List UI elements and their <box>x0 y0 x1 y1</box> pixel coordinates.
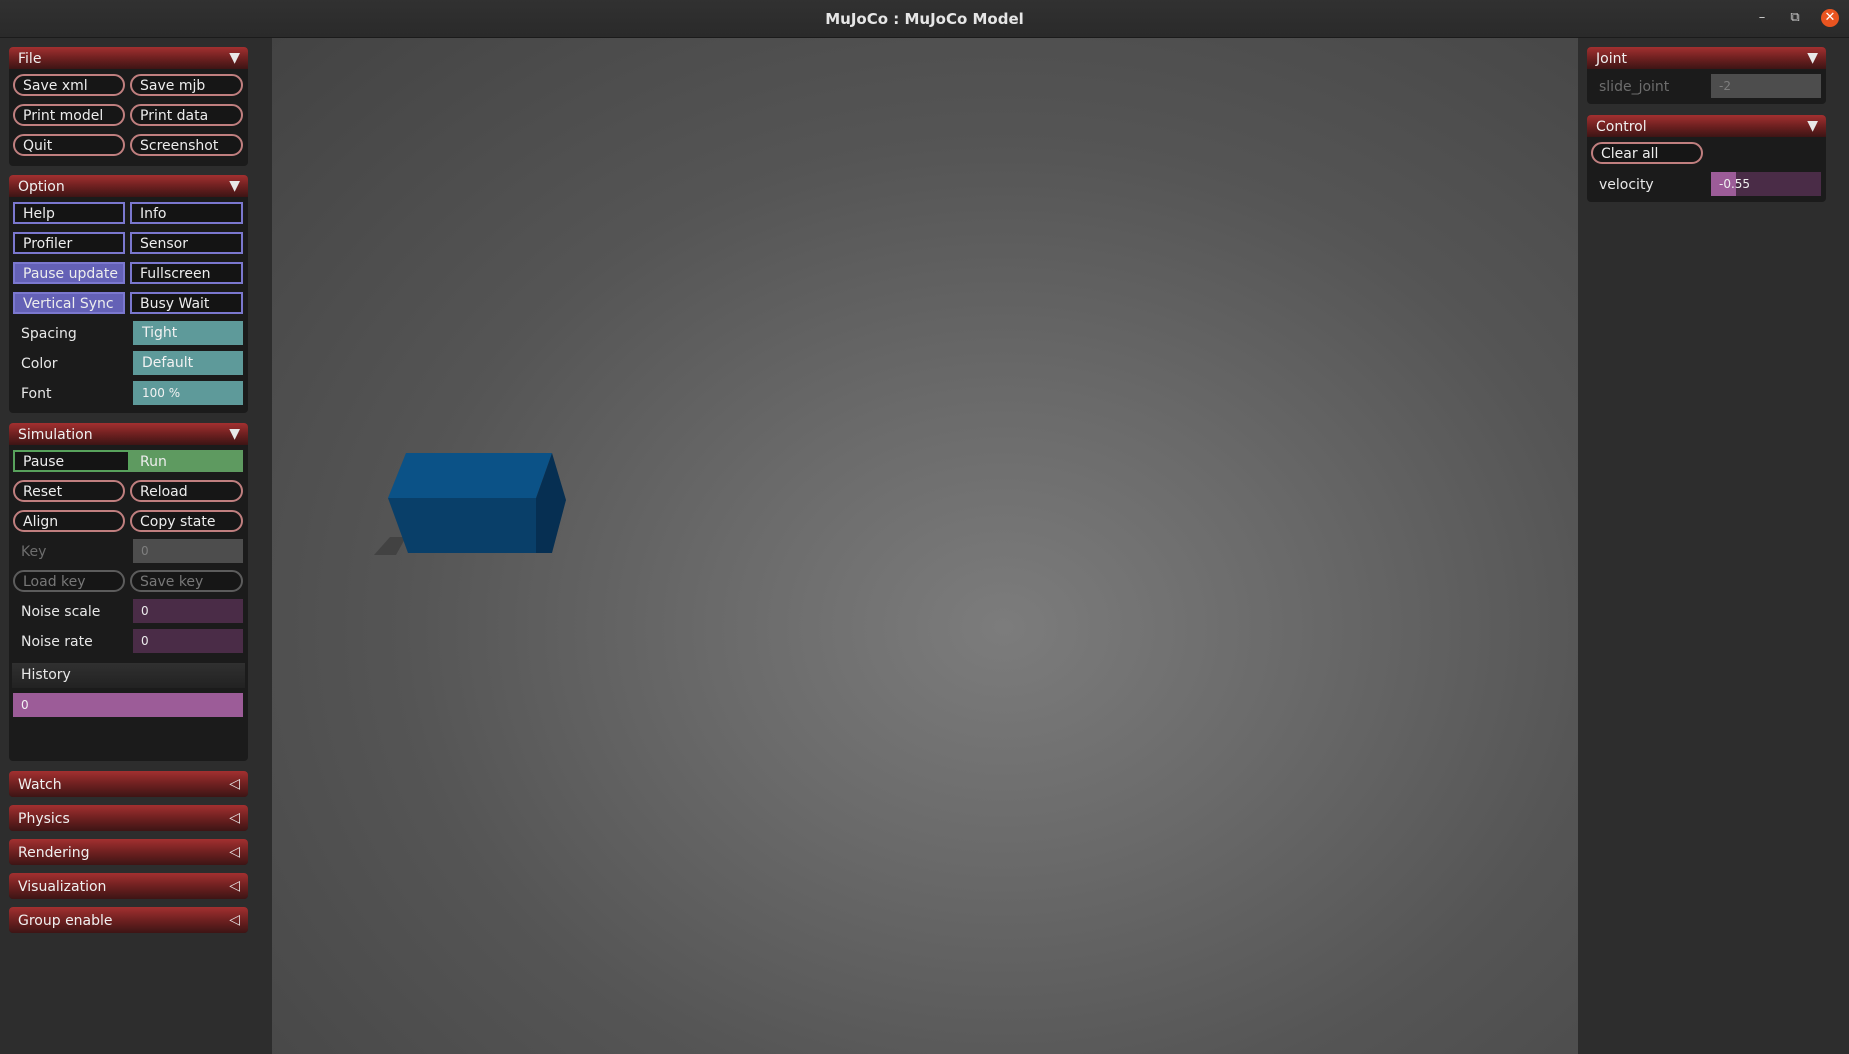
vertical-sync-checkbox[interactable]: Vertical Sync <box>13 292 125 314</box>
color-label: Color <box>21 356 58 372</box>
physics-section-header[interactable]: Physics ◁ <box>9 805 248 831</box>
velocity-value: -0.55 <box>1719 177 1751 191</box>
right-ui-panel: Joint ▼ slide_joint -2 Control ▼ Clear a… <box>1578 38 1849 1054</box>
clear-all-button[interactable]: Clear all <box>1591 142 1703 164</box>
font-label: Font <box>21 386 52 402</box>
spacing-select[interactable]: Tight <box>133 321 243 345</box>
control-section-header[interactable]: Control ▼ <box>1587 115 1826 137</box>
reload-button[interactable]: Reload <box>130 480 243 502</box>
joint-section: Joint ▼ slide_joint -2 <box>1587 47 1826 104</box>
expand-arrow-icon: ◁ <box>229 844 240 860</box>
align-button[interactable]: Align <box>13 510 125 532</box>
group-enable-section-title: Group enable <box>18 913 113 929</box>
noise-rate-slider[interactable]: 0 <box>133 629 243 653</box>
history-separator: History <box>12 663 245 688</box>
info-checkbox[interactable]: Info <box>130 202 243 224</box>
3d-viewport[interactable] <box>272 38 1578 1054</box>
group-enable-section[interactable]: Group enable ◁ <box>9 907 248 933</box>
simulation-section-header[interactable]: Simulation ▼ <box>9 423 248 445</box>
file-section-title: File <box>18 51 42 67</box>
save-xml-button[interactable]: Save xml <box>13 74 125 96</box>
noise-scale-slider[interactable]: 0 <box>133 599 243 623</box>
visualization-section-header[interactable]: Visualization ◁ <box>9 873 248 899</box>
file-section: File ▼ Save xml Save mjb Print model Pri… <box>9 47 248 166</box>
sensor-checkbox[interactable]: Sensor <box>130 232 243 254</box>
title-bar: MuJoCo : MuJoCo Model – ⧉ ✕ <box>0 0 1849 38</box>
color-select[interactable]: Default <box>133 351 243 375</box>
pause-update-checkbox[interactable]: Pause update <box>13 262 125 284</box>
rendering-section[interactable]: Rendering ◁ <box>9 839 248 865</box>
option-section-title: Option <box>18 179 65 195</box>
help-checkbox[interactable]: Help <box>13 202 125 224</box>
slide-joint-slider: -2 <box>1711 74 1821 98</box>
simulation-section: Simulation ▼ Pause Run Reset Reload Alig… <box>9 423 248 761</box>
collapse-arrow-icon: ▼ <box>229 50 240 66</box>
group-enable-section-header[interactable]: Group enable ◁ <box>9 907 248 933</box>
collapse-arrow-icon: ▼ <box>229 178 240 194</box>
physics-section[interactable]: Physics ◁ <box>9 805 248 831</box>
quit-button[interactable]: Quit <box>13 134 125 156</box>
copy-state-button[interactable]: Copy state <box>130 510 243 532</box>
noise-rate-label: Noise rate <box>21 634 93 650</box>
reset-button[interactable]: Reset <box>13 480 125 502</box>
run-radio[interactable]: Run <box>130 450 243 472</box>
print-data-button[interactable]: Print data <box>130 104 243 126</box>
screenshot-button[interactable]: Screenshot <box>130 134 243 156</box>
collapse-arrow-icon: ▼ <box>1807 118 1818 134</box>
physics-section-title: Physics <box>18 811 70 827</box>
watch-section[interactable]: Watch ◁ <box>9 771 248 797</box>
load-key-button: Load key <box>13 570 125 592</box>
watch-section-header[interactable]: Watch ◁ <box>9 771 248 797</box>
close-icon[interactable]: ✕ <box>1821 9 1839 27</box>
pause-radio[interactable]: Pause <box>13 450 130 472</box>
rendering-section-title: Rendering <box>18 845 90 861</box>
velocity-label: velocity <box>1599 177 1654 193</box>
option-section: Option ▼ Help Info Profiler Sensor Pause… <box>9 175 248 413</box>
visualization-section-title: Visualization <box>18 879 107 895</box>
history-slider[interactable]: 0 <box>13 693 243 717</box>
expand-arrow-icon: ◁ <box>229 776 240 792</box>
file-section-header[interactable]: File ▼ <box>9 47 248 69</box>
font-select[interactable]: 100 % <box>133 381 243 405</box>
fullscreen-checkbox[interactable]: Fullscreen <box>130 262 243 284</box>
collapse-arrow-icon: ▼ <box>229 426 240 442</box>
rendering-section-header[interactable]: Rendering ◁ <box>9 839 248 865</box>
slide-joint-label: slide_joint <box>1599 79 1670 95</box>
velocity-slider[interactable]: -0.55 <box>1711 172 1821 196</box>
joint-section-title: Joint <box>1596 51 1627 67</box>
expand-arrow-icon: ◁ <box>229 878 240 894</box>
window-title: MuJoCo : MuJoCo Model <box>825 10 1024 28</box>
expand-arrow-icon: ◁ <box>229 912 240 928</box>
restore-icon[interactable]: ⧉ <box>1786 9 1804 27</box>
scene-render <box>374 453 566 555</box>
joint-section-header[interactable]: Joint ▼ <box>1587 47 1826 69</box>
busy-wait-checkbox[interactable]: Busy Wait <box>130 292 243 314</box>
print-model-button[interactable]: Print model <box>13 104 125 126</box>
spacing-label: Spacing <box>21 326 77 342</box>
visualization-section[interactable]: Visualization ◁ <box>9 873 248 899</box>
minimize-icon[interactable]: – <box>1753 9 1771 27</box>
control-section-title: Control <box>1596 119 1647 135</box>
noise-scale-label: Noise scale <box>21 604 101 620</box>
box-top-face <box>388 453 552 498</box>
box-front-face <box>388 498 536 553</box>
profiler-checkbox[interactable]: Profiler <box>13 232 125 254</box>
key-label: Key <box>21 544 47 560</box>
option-section-header[interactable]: Option ▼ <box>9 175 248 197</box>
box-shadow <box>374 537 406 555</box>
watch-section-title: Watch <box>18 777 62 793</box>
collapse-arrow-icon: ▼ <box>1807 50 1818 66</box>
control-section: Control ▼ Clear all velocity -0.55 <box>1587 115 1826 202</box>
save-key-button: Save key <box>130 570 243 592</box>
simulation-section-title: Simulation <box>18 427 93 443</box>
save-mjb-button[interactable]: Save mjb <box>130 74 243 96</box>
left-ui-panel: File ▼ Save xml Save mjb Print model Pri… <box>0 38 272 1054</box>
expand-arrow-icon: ◁ <box>229 810 240 826</box>
key-slider: 0 <box>133 539 243 563</box>
